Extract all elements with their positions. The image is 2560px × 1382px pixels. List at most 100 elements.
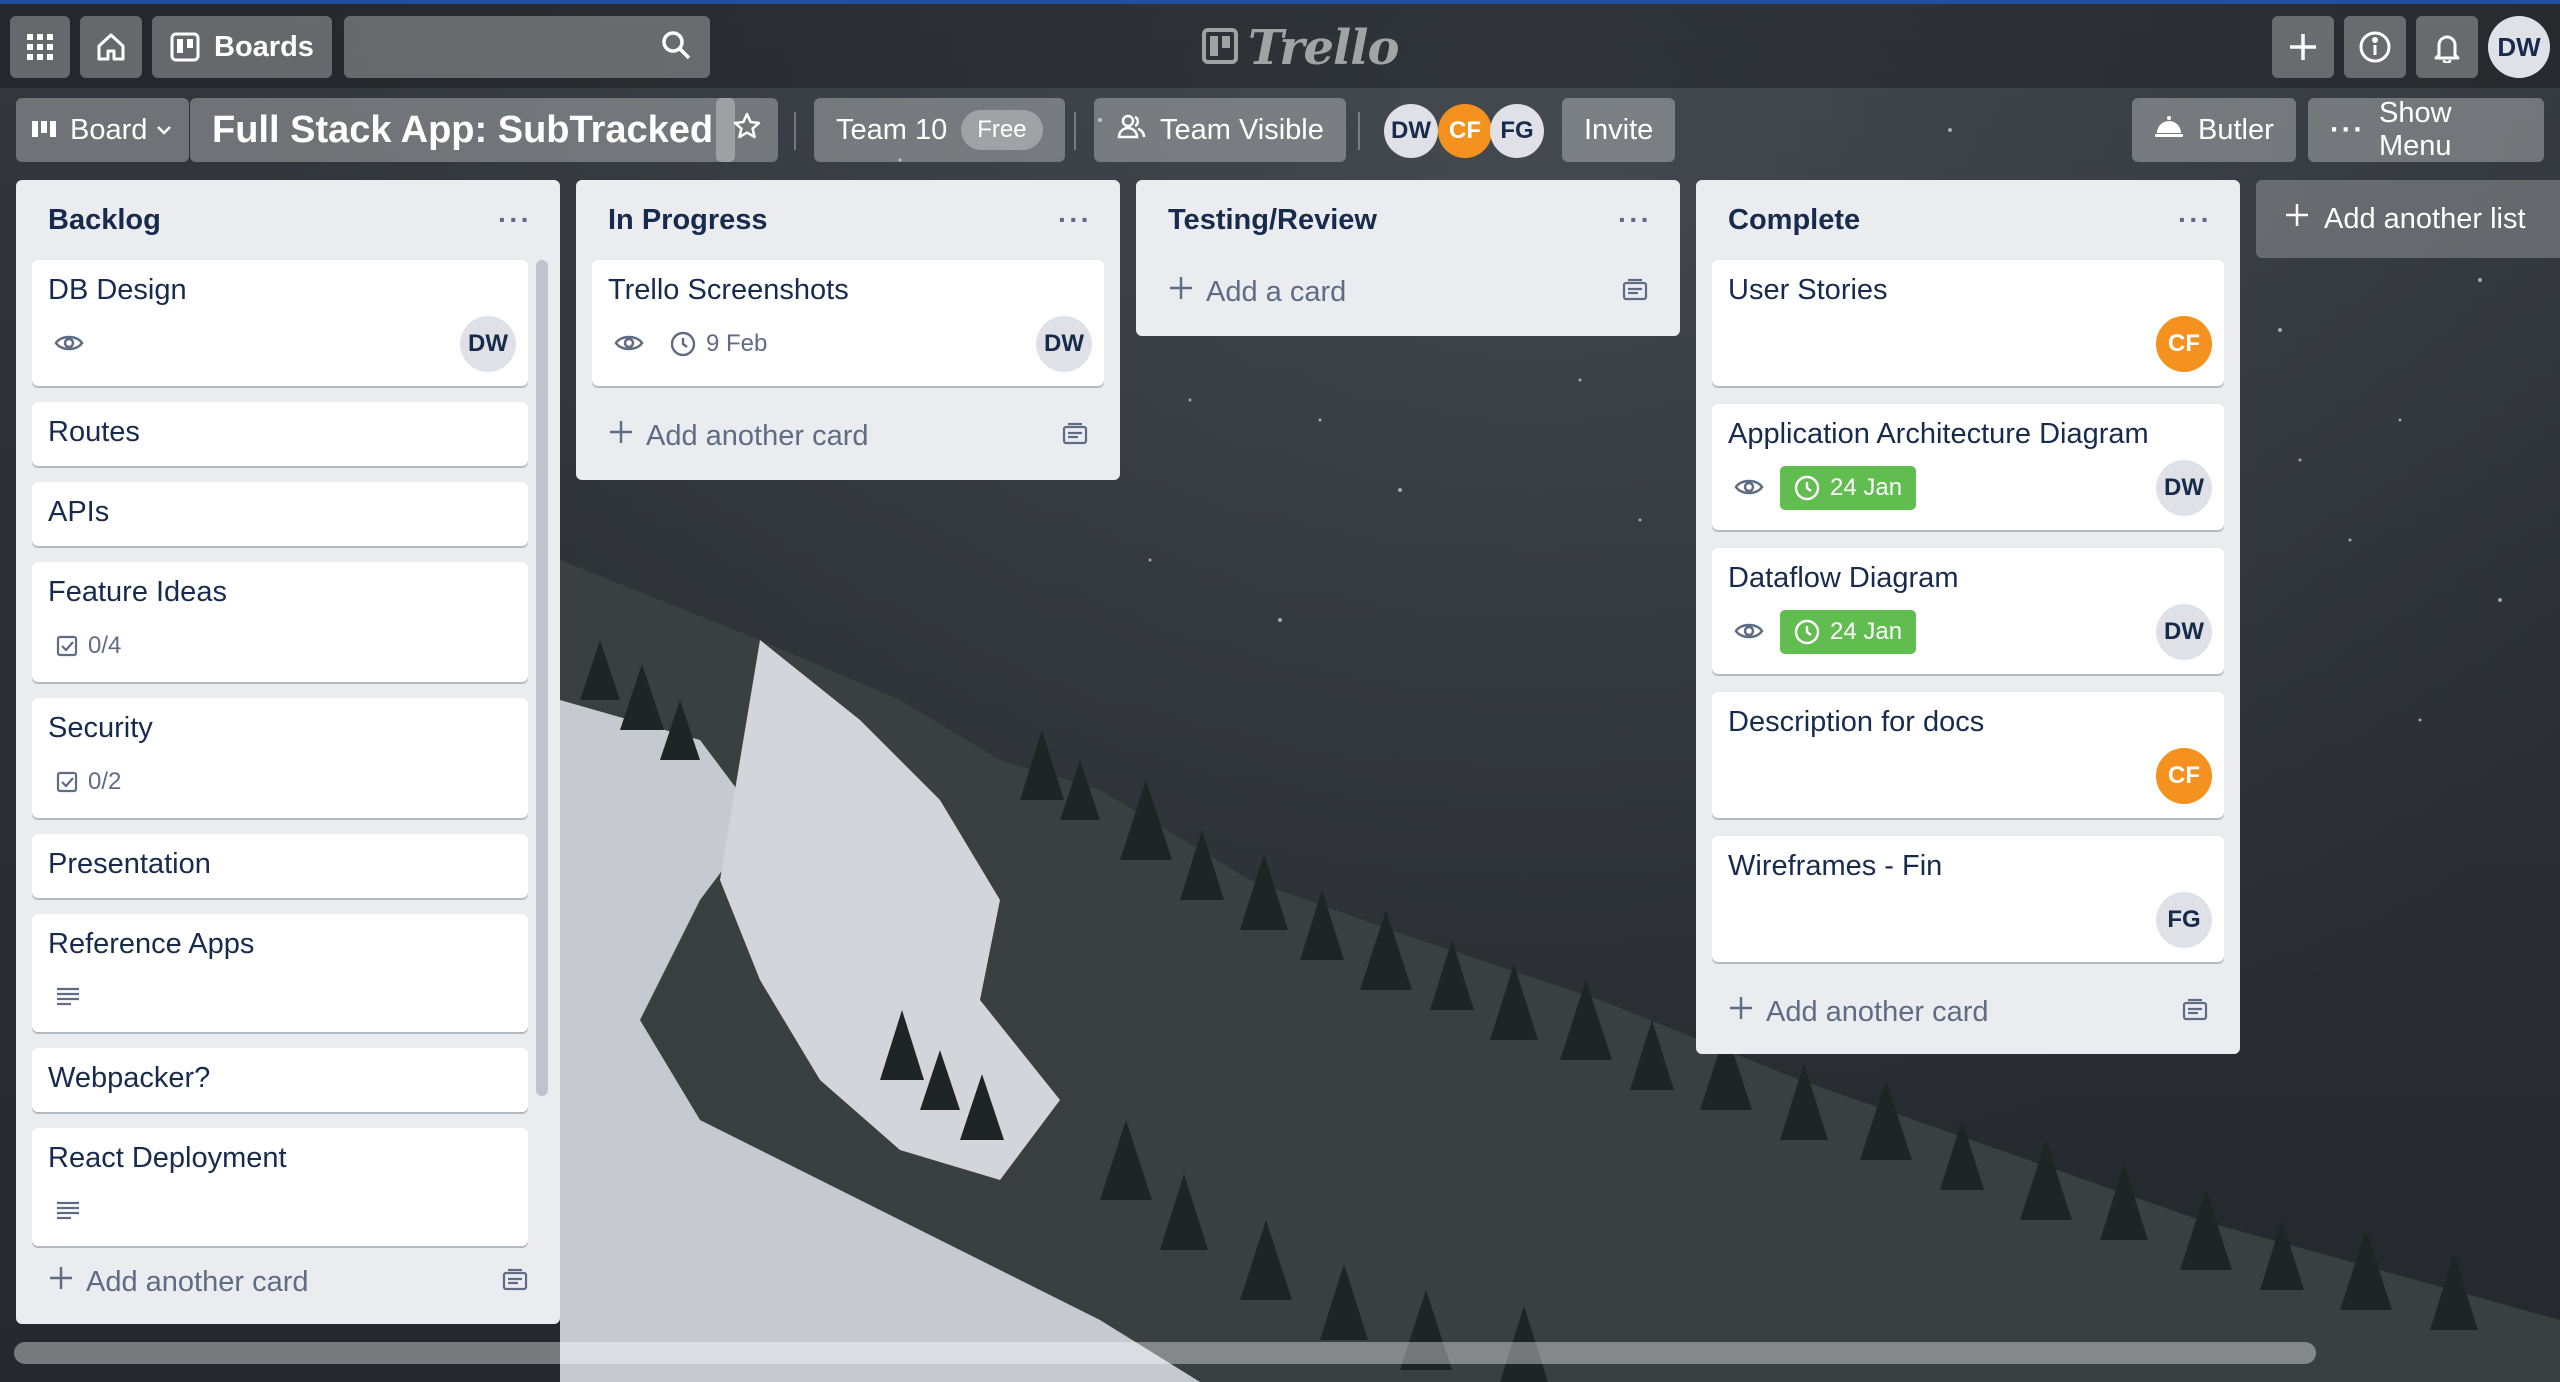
list-backlog: Backlog ··· DB Design DW Routes APIs Fea…: [16, 180, 560, 1324]
card-db-design[interactable]: DB Design DW: [32, 260, 528, 386]
card-wireframes-fin[interactable]: Wireframes - Fin FG: [1712, 836, 2224, 962]
add-card-button[interactable]: Add another card: [1712, 984, 2224, 1040]
due-date-badge[interactable]: 9 Feb: [670, 330, 767, 358]
home-button[interactable]: [80, 16, 142, 78]
notifications-button[interactable]: [2416, 16, 2478, 78]
team-button[interactable]: Team 10 Free: [814, 98, 1065, 162]
butler-button[interactable]: Butler: [2132, 98, 2296, 162]
checklist-count: 0/4: [88, 632, 122, 659]
list-header: In Progress ···: [576, 180, 1120, 260]
list-header: Testing/Review ···: [1136, 180, 1680, 260]
add-card-button[interactable]: Add another card: [32, 1254, 544, 1310]
card-title: Routes: [48, 416, 140, 448]
card-member-avatar[interactable]: DW: [460, 316, 516, 372]
card-title: Description for docs: [1728, 706, 1985, 738]
add-list-label: Add another list: [2324, 202, 2526, 235]
description-icon: [56, 1200, 80, 1220]
card-security[interactable]: Security 0/2: [32, 698, 528, 818]
card-title: Trello Screenshots: [608, 274, 849, 306]
card-member-avatar[interactable]: FG: [2156, 892, 2212, 948]
apps-switcher-button[interactable]: [10, 16, 70, 78]
board-view-label: Board: [70, 113, 148, 146]
card-template-icon[interactable]: [1062, 422, 1088, 456]
clock-icon: [1794, 475, 1820, 501]
list-menu-icon[interactable]: ···: [2178, 204, 2212, 236]
board-title[interactable]: Full Stack App: SubTracked: [190, 98, 736, 162]
plus-icon: [2284, 202, 2310, 236]
watch-icon: [1734, 620, 1764, 642]
card-description-for-docs[interactable]: Description for docs CF: [1712, 692, 2224, 818]
boards-button[interactable]: Boards: [152, 16, 332, 78]
card-template-icon[interactable]: [502, 1268, 528, 1302]
list-menu-icon[interactable]: ···: [498, 204, 532, 236]
list-menu-icon[interactable]: ···: [1618, 204, 1652, 236]
card-member-avatar[interactable]: CF: [2156, 316, 2212, 372]
show-menu-button[interactable]: ··· Show Menu: [2308, 97, 2544, 162]
card-react-deployment[interactable]: React Deployment: [32, 1128, 528, 1246]
member-avatar-cf[interactable]: CF: [1438, 104, 1492, 158]
description-icon: [56, 986, 80, 1006]
list-header: Complete ···: [1696, 180, 2240, 260]
list-menu-icon[interactable]: ···: [1058, 204, 1092, 236]
card-template-icon[interactable]: [1622, 278, 1648, 312]
plus-icon: [2287, 31, 2319, 63]
board-icon: [170, 32, 200, 62]
card-reference-apps[interactable]: Reference Apps: [32, 914, 528, 1032]
team-plan-badge: Free: [961, 110, 1043, 150]
card-title: APIs: [48, 496, 110, 528]
card-member-avatar[interactable]: DW: [2156, 460, 2212, 516]
show-menu-label: Show Menu: [2378, 97, 2452, 162]
card-member-avatar[interactable]: DW: [1036, 316, 1092, 372]
card-routes[interactable]: Routes: [32, 402, 528, 466]
plus-icon: [608, 419, 634, 453]
checklist-count: 0/2: [88, 768, 122, 795]
card-apis[interactable]: APIs: [32, 482, 528, 546]
add-card-button[interactable]: Add another card: [592, 408, 1104, 464]
board-view-switcher[interactable]: Board: [16, 98, 190, 162]
list-title[interactable]: Testing/Review: [1168, 204, 1377, 237]
card-feature-ideas[interactable]: Feature Ideas 0/4: [32, 562, 528, 682]
card-template-icon[interactable]: [2182, 998, 2208, 1032]
card-application-architecture-diagram[interactable]: Application Architecture Diagram 24 Jan …: [1712, 404, 2224, 530]
list-title[interactable]: Backlog: [48, 204, 161, 237]
card-webpacker[interactable]: Webpacker?: [32, 1048, 528, 1112]
add-card-label: Add another card: [1766, 995, 1989, 1028]
board-view-icon: [32, 114, 62, 147]
trello-logo[interactable]: Trello: [1202, 20, 1400, 76]
star-icon: [732, 111, 762, 149]
card-title: User Stories: [1728, 274, 1888, 306]
member-avatar-dw[interactable]: DW: [1384, 104, 1438, 158]
list-scrollbar[interactable]: [536, 260, 548, 1096]
plus-icon: [1168, 275, 1194, 309]
star-board-button[interactable]: [716, 98, 778, 162]
search-input[interactable]: [344, 16, 710, 78]
invite-button[interactable]: Invite: [1562, 98, 1676, 162]
checklist-badge: 0/4: [56, 632, 121, 660]
card-user-stories[interactable]: User Stories CF: [1712, 260, 2224, 386]
due-date-complete-badge[interactable]: 24 Jan: [1780, 610, 1917, 654]
card-member-avatar[interactable]: DW: [2156, 604, 2212, 660]
card-presentation[interactable]: Presentation: [32, 834, 528, 898]
info-button[interactable]: [2344, 16, 2406, 78]
card-dataflow-diagram[interactable]: Dataflow Diagram 24 Jan DW: [1712, 548, 2224, 674]
board-horizontal-scrollbar[interactable]: [14, 1342, 2316, 1364]
due-date-complete-badge[interactable]: 24 Jan: [1780, 466, 1917, 510]
add-card-label: Add another card: [86, 1265, 309, 1298]
card-trello-screenshots[interactable]: Trello Screenshots 9 Feb DW: [592, 260, 1104, 386]
user-avatar[interactable]: DW: [2488, 16, 2550, 78]
list-title[interactable]: Complete: [1728, 204, 1860, 237]
search-bar[interactable]: [344, 16, 710, 78]
list-title[interactable]: In Progress: [608, 204, 768, 237]
visibility-button[interactable]: Team Visible: [1094, 98, 1346, 162]
create-button[interactable]: [2272, 16, 2334, 78]
add-card-button[interactable]: Add a card: [1152, 264, 1664, 320]
add-list-button[interactable]: Add another list: [2256, 180, 2560, 258]
list-testing-review: Testing/Review ··· Add a card: [1136, 180, 1680, 336]
card-member-avatar[interactable]: CF: [2156, 748, 2212, 804]
board-header: Board Full Stack App: SubTracked Team 10…: [0, 97, 2560, 166]
trello-board-icon: [1202, 20, 1238, 76]
watch-icon: [54, 332, 84, 354]
checklist-badge: 0/2: [56, 768, 121, 796]
add-card-label: Add another card: [646, 419, 869, 452]
member-avatar-fg[interactable]: FG: [1490, 104, 1544, 158]
